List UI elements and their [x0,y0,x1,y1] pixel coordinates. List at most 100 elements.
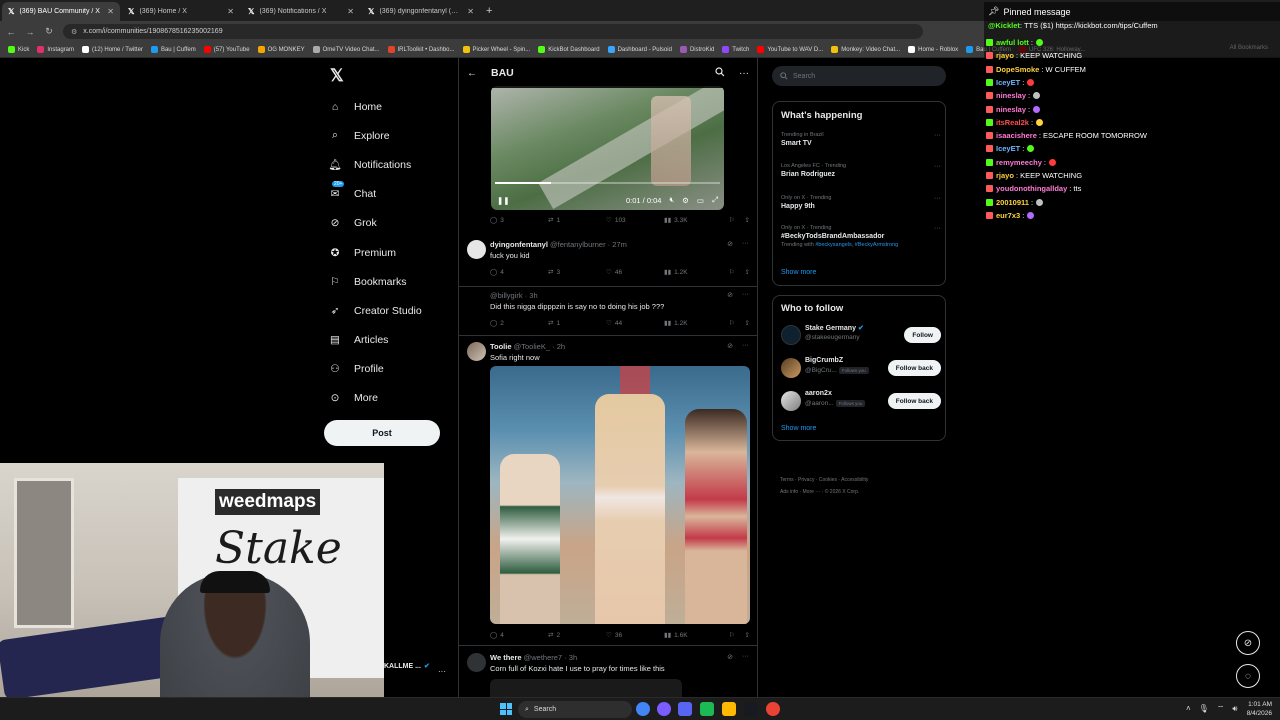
repost-button[interactable]: ⇄ 3 [548,268,606,277]
chat-username[interactable]: isaacishere [996,131,1037,140]
more-options-icon[interactable]: ··· [739,68,749,79]
views-button[interactable]: ▮▮ 1.2K [664,268,722,277]
reload-icon[interactable]: ↻ [44,26,54,37]
search-icon[interactable] [715,66,725,80]
post-image[interactable] [490,366,750,624]
chat-username[interactable]: awful lott [996,38,1029,47]
show-more-link[interactable]: Show more [781,269,816,276]
avatar[interactable] [467,240,486,259]
nav-item-more[interactable]: ⊙ More [328,384,422,413]
trend-item[interactable]: Only on X · Trending Happy 9th ··· [781,195,941,210]
clock[interactable]: 1:01 AM 8/4/2026 [1247,700,1272,718]
share-icon[interactable]: ⇪ [745,268,750,276]
nav-item-grok[interactable]: ⊘ Grok [328,209,422,238]
author-handle[interactable]: @wethere7 [524,653,562,662]
bookmark-item[interactable]: Picker Wheel - Spin... [462,46,530,53]
bookmark-icon[interactable]: ⚐ [729,631,735,639]
file-explorer-icon[interactable] [722,702,736,716]
bookmark-item[interactable]: Monkey: Video Chat... [831,46,900,53]
browser-tab-2[interactable]: 𝕏 (369) Home / X ✕ [122,2,240,21]
like-button[interactable]: ♡ 46 [606,268,664,277]
bookmark-item[interactable]: Instagram [37,46,74,53]
bookmark-item[interactable]: IRLToolkit • Dashbo... [387,46,455,53]
reply-button[interactable]: ◯ 2 [490,319,548,328]
windows-start-icon[interactable] [500,703,512,715]
repost-button[interactable]: ⇄ 2 [548,631,606,640]
bookmark-item[interactable]: OG MONKEY [257,46,305,53]
x-logo-icon[interactable]: 𝕏 [330,66,344,86]
reply-button[interactable]: ◯ 3 [490,216,548,225]
avatar[interactable] [467,653,486,672]
reply-button[interactable]: ◯ 4 [490,268,548,277]
discord-icon[interactable] [678,702,692,716]
nav-item-articles[interactable]: ▤ Articles [328,326,422,355]
more-options-icon[interactable]: ··· [934,163,941,170]
forward-arrow-icon[interactable]: → [25,27,35,37]
bookmark-item[interactable]: DistroKid [679,46,714,53]
pause-icon[interactable]: ❚❚ [497,196,510,205]
bookmark-item[interactable]: Twitch [722,46,749,53]
follow-suggestion[interactable]: aaron2x @aaron... Follows you Follow back [781,390,941,414]
browser-tab-4[interactable]: 𝕏 (369) dyingonfentanyl (@fent ✕ [362,2,480,21]
close-tab-icon[interactable]: ✕ [467,7,474,16]
chat-username[interactable]: itsReal2k [996,118,1029,127]
chat-username[interactable]: IceyET [996,144,1020,153]
avatar[interactable] [781,325,801,345]
url-field[interactable]: ⚙ x.com/i/communities/190867851623500216… [63,24,923,39]
grok-icon[interactable]: ⊘ [727,653,733,661]
nav-item-premium[interactable]: ✪ Premium [328,238,422,267]
author-handle[interactable]: @fentanylburner [550,240,606,249]
views-button[interactable]: ▮▮ 1.2K [664,319,722,328]
chat-username[interactable]: eur7x3 [996,211,1020,220]
post-card[interactable]: dyingonfentanyl @fentanylburner · 27m ⊘ ·… [459,230,757,287]
author-handle[interactable]: @billygirk [490,291,523,300]
bookmark-item[interactable]: Kick [8,46,29,53]
trend-item[interactable]: Trending in Brazil Smart TV ··· [781,132,941,147]
repost-button[interactable]: ⇄ 1 [548,319,606,328]
chat-username[interactable]: nineslay [996,91,1026,100]
bookmark-icon[interactable]: ⚐ [729,216,735,224]
more-options-icon[interactable]: ··· [742,291,749,299]
post-time[interactable]: 2h [557,342,565,351]
chat-username[interactable]: rjayo [996,51,1014,60]
views-button[interactable]: ▮▮ 1.6K [664,631,722,640]
video-progress-bar[interactable] [495,182,720,184]
chevron-up-icon[interactable]: ˄ [1186,704,1191,714]
grok-icon[interactable]: ⊘ [727,342,733,350]
more-options-icon[interactable]: ··· [438,667,446,676]
nav-item-profile[interactable]: ⚇ Profile [328,355,422,384]
settings-icon[interactable]: ⚙ [682,196,689,205]
author-name[interactable]: We there [490,653,522,662]
account-switcher-name[interactable]: KALLME ... ✔ [384,662,430,671]
nav-item-bookmarks[interactable]: ⚐ Bookmarks [328,267,422,296]
bookmark-icon[interactable]: ⚐ [729,319,735,327]
trend-item[interactable]: Los Angeles FC · Trending Brian Rodriguez… [781,163,941,178]
bookmark-item[interactable]: (57) YouTube [203,46,250,53]
bookmark-item[interactable]: OmeTV Video Chat... [312,46,380,53]
back-arrow-icon[interactable]: ← [467,68,477,79]
mute-icon[interactable]: 🔇︎ [669,195,674,205]
avatar[interactable] [781,391,801,411]
chat-username[interactable]: youdonothingallday [996,184,1067,193]
volume-icon[interactable]: 🔊︎ [1232,704,1237,714]
close-tab-icon[interactable]: ✕ [227,7,234,16]
post-card[interactable]: We there @wethere7 · 3h ⊘ ··· Corn full o… [459,647,757,698]
more-options-icon[interactable]: ··· [934,195,941,202]
chrome-icon[interactable] [766,702,780,716]
bookmark-icon[interactable]: ⚐ [729,268,735,276]
bookmark-item[interactable]: Bau | Cuffem [150,46,196,53]
nav-item-chat[interactable]: ✉ Chat 20+ [328,180,422,209]
close-tab-icon[interactable]: ✕ [107,7,114,16]
chat-username[interactable]: DopeSmoke [996,65,1039,74]
chat-username[interactable]: IceyET [996,78,1020,87]
fullscreen-icon[interactable]: ⤢ [712,195,718,205]
follow-button[interactable]: Follow [904,327,941,343]
follow-back-button[interactable]: Follow back [887,360,941,376]
more-options-icon[interactable]: ··· [742,342,749,350]
bookmark-item[interactable]: KickBot Dashboard [538,46,600,53]
post-media-preview[interactable] [490,679,682,698]
app-icon[interactable] [700,702,714,716]
views-button[interactable]: ▮▮ 3.3K [664,216,722,225]
reply-button[interactable]: ◯ 4 [490,631,548,640]
like-button[interactable]: ♡ 36 [606,631,664,640]
